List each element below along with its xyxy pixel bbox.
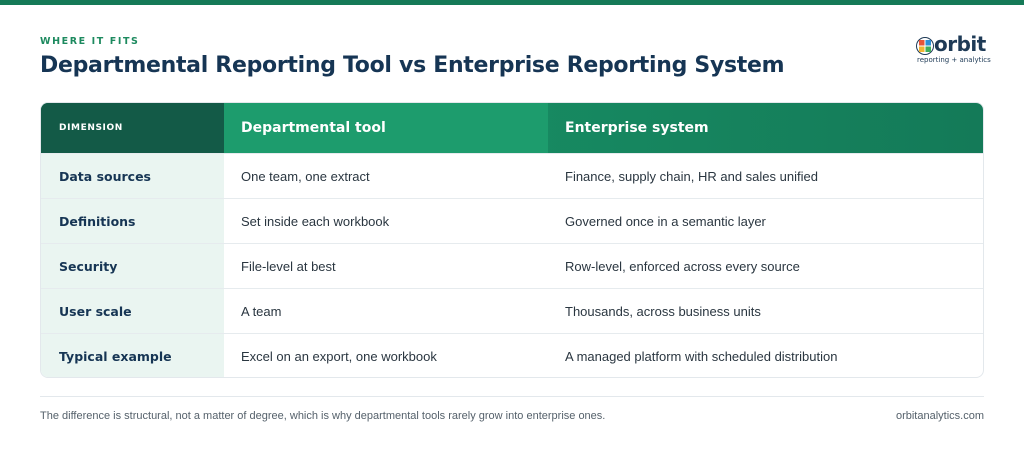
table-row: User scale A team Thousands, across busi… [41, 288, 983, 333]
orbit-logo: orbit reporting + analytics [916, 32, 991, 67]
row-departmental: One team, one extract [241, 168, 370, 184]
row-departmental: Set inside each workbook [241, 213, 390, 229]
table-row: Definitions Set inside each workbook Gov… [41, 198, 983, 243]
row-enterprise: Governed once in a semantic layer [565, 213, 766, 229]
table-row: Typical example Excel on an export, one … [41, 333, 983, 377]
table-row: Data sources One team, one extract Finan… [41, 153, 983, 198]
header-departmental-tool: Departmental tool [224, 103, 548, 153]
row-departmental: A team [241, 303, 282, 319]
table-row: Security File-level at best Row-level, e… [41, 243, 983, 288]
row-dimension: Typical example [41, 334, 224, 377]
row-dimension: Data sources [41, 154, 224, 198]
row-dimension: Definitions [41, 199, 224, 243]
footer-note: The difference is structural, not a matt… [40, 410, 606, 422]
header-dimension: DIMENSION [41, 103, 224, 153]
orbit-logo-icon [916, 37, 934, 55]
row-departmental: Excel on an export, one workbook [241, 348, 437, 364]
row-departmental: File-level at best [241, 258, 336, 274]
logo-tagline: reporting + analytics [917, 56, 991, 64]
row-enterprise: Finance, supply chain, HR and sales unif… [565, 168, 818, 184]
top-accent-bar [0, 0, 1024, 5]
row-dimension: Security [41, 244, 224, 288]
page-title: Departmental Reporting Tool vs Enterpris… [40, 53, 785, 78]
row-enterprise: Thousands, across business units [565, 303, 761, 319]
eyebrow-label: WHERE IT FITS [40, 36, 140, 47]
table-header: DIMENSION Departmental tool Enterprise s… [41, 103, 983, 153]
row-enterprise: Row-level, enforced across every source [565, 258, 800, 274]
row-enterprise: A managed platform with scheduled distri… [565, 348, 838, 364]
footer-site-link[interactable]: orbitanalytics.com [896, 410, 984, 422]
comparison-table: DIMENSION Departmental tool Enterprise s… [40, 102, 984, 378]
logo-wordmark: orbit [934, 32, 986, 56]
row-dimension: User scale [41, 289, 224, 333]
footer-divider [40, 396, 984, 397]
header-enterprise-system: Enterprise system [565, 120, 709, 136]
